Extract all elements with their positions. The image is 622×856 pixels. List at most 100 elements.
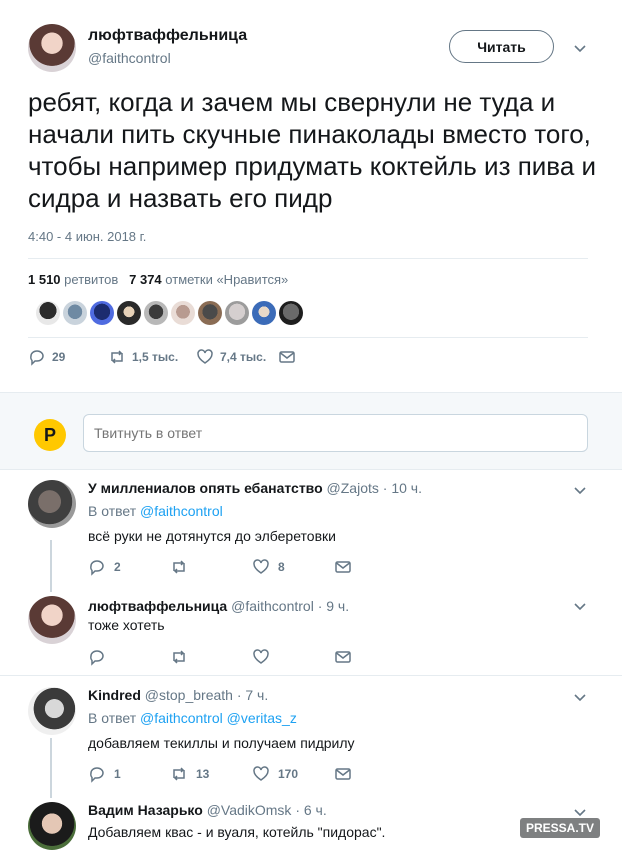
chevron-down-icon[interactable] <box>572 598 588 614</box>
reply-actions <box>88 648 416 666</box>
reply-action[interactable]: 1 <box>88 765 170 783</box>
reply-action[interactable]: 2 <box>88 558 170 576</box>
reply-author-handle[interactable]: @stop_breath <box>145 687 233 703</box>
retweet-action[interactable] <box>170 558 252 576</box>
tweet-timestamp[interactable]: 4:40 - 4 июн. 2018 г. <box>28 229 146 244</box>
reply-header: Kindred @stop_breath · 7 ч. <box>88 687 268 703</box>
reply-author-handle[interactable]: @faithcontrol <box>231 598 314 614</box>
like-action[interactable]: 7,4 тыс. <box>196 348 278 366</box>
reply-author-handle[interactable]: @Zajots <box>327 480 379 496</box>
liker-avatar[interactable] <box>225 301 249 325</box>
likers-avatars <box>36 301 303 325</box>
reply-tweet[interactable]: люфтваффельница @faithcontrol · 9 ч. тож… <box>0 588 622 676</box>
heart-icon <box>253 766 269 781</box>
reply-count: 2 <box>114 560 121 574</box>
reply-avatar[interactable] <box>28 687 76 735</box>
follow-button[interactable]: Читать <box>449 30 554 63</box>
reply-header: У миллениалов опять ебанатство @Zajots ·… <box>88 480 422 496</box>
replying-to: В ответ @faithcontrol @veritas_z <box>88 710 297 726</box>
reply-action[interactable] <box>88 648 170 666</box>
reply-author-name[interactable]: У миллениалов опять ебанатство <box>88 480 323 496</box>
like-count: 170 <box>278 767 299 781</box>
liker-avatar[interactable] <box>171 301 195 325</box>
liker-avatar[interactable] <box>198 301 222 325</box>
liker-avatar[interactable] <box>117 301 141 325</box>
reply-actions: 1 13 170 <box>88 765 416 783</box>
reply-action[interactable]: 29 <box>28 348 108 366</box>
reply-author-name[interactable]: Kindred <box>88 687 141 703</box>
retweet-icon <box>173 650 185 664</box>
message-action[interactable] <box>334 558 416 576</box>
reply-author-name[interactable]: Вадим Назарько <box>88 802 203 818</box>
reply-icon <box>90 767 104 783</box>
liker-avatar[interactable] <box>90 301 114 325</box>
reply-time[interactable]: · 9 ч. <box>318 598 349 614</box>
retweet-count: 1,5 тыс. <box>132 350 179 364</box>
reply-time[interactable]: · 10 ч. <box>383 480 422 496</box>
replying-to-link[interactable]: @faithcontrol <box>140 503 223 519</box>
chevron-down-icon[interactable] <box>572 689 588 705</box>
message-action[interactable] <box>278 348 296 366</box>
retweet-action[interactable]: 1,5 тыс. <box>108 348 196 366</box>
replying-to: В ответ @faithcontrol <box>88 503 223 519</box>
retweets-label[interactable]: ретвитов <box>64 272 118 287</box>
envelope-icon <box>335 651 351 663</box>
liker-avatar[interactable] <box>279 301 303 325</box>
reply-author-name[interactable]: люфтваффельница <box>88 598 227 614</box>
like-count: 7,4 тыс. <box>220 350 267 364</box>
author-handle[interactable]: @faithcontrol <box>88 50 171 66</box>
like-count: 8 <box>278 560 285 574</box>
reply-icon <box>30 350 44 366</box>
reply-count: 29 <box>52 350 66 364</box>
liker-avatar[interactable] <box>252 301 276 325</box>
replying-to-link[interactable]: @faithcontrol @veritas_z <box>140 710 297 726</box>
reply-tweet[interactable]: Kindred @stop_breath · 7 ч. В ответ @fai… <box>0 677 622 791</box>
reply-header: Вадим Назарько @VadikOmsk · 6 ч. <box>88 802 327 818</box>
reply-header: люфтваффельница @faithcontrol · 9 ч. <box>88 598 349 614</box>
reply-text: всё руки не дотянутся до элберетовки <box>88 528 336 544</box>
envelope-icon <box>335 561 351 573</box>
retweet-count: 13 <box>196 767 210 781</box>
reply-icon <box>90 650 104 666</box>
tweet-stats: 1 510 ретвитов 7 374 отметки «Нравится» <box>28 272 288 287</box>
like-action[interactable]: 8 <box>252 558 334 576</box>
chevron-down-icon[interactable] <box>572 482 588 498</box>
message-action[interactable] <box>334 765 416 783</box>
replying-label: В ответ <box>88 710 137 726</box>
watermark-logo: PRESSA.TV <box>520 818 601 838</box>
reply-count: 1 <box>114 767 121 781</box>
user-avatar[interactable]: P <box>34 419 66 451</box>
author-name[interactable]: люфтваффельница <box>88 27 247 45</box>
divider <box>28 258 588 259</box>
liker-avatar[interactable] <box>144 301 168 325</box>
like-action[interactable]: 170 <box>252 765 334 783</box>
message-action[interactable] <box>334 648 416 666</box>
retweet-action[interactable] <box>170 648 252 666</box>
reply-time[interactable]: · 6 ч. <box>295 802 326 818</box>
reply-text: добавляем текиллы и получаем пидрилу <box>88 735 355 751</box>
reply-input[interactable] <box>83 414 588 452</box>
reply-text: тоже хотеть <box>88 617 165 633</box>
retweets-count[interactable]: 1 510 <box>28 272 61 287</box>
likes-count[interactable]: 7 374 <box>129 272 162 287</box>
heart-icon <box>253 559 269 574</box>
reply-tweet[interactable]: У миллениалов опять ебанатство @Zajots ·… <box>0 470 622 588</box>
chevron-down-icon[interactable] <box>572 40 588 56</box>
like-action[interactable] <box>252 648 334 666</box>
reply-author-handle[interactable]: @VadikOmsk <box>207 802 292 818</box>
likes-label[interactable]: отметки «Нравится» <box>165 272 288 287</box>
envelope-icon <box>279 351 295 363</box>
reply-avatar[interactable] <box>28 802 76 850</box>
retweet-icon <box>173 767 185 781</box>
retweet-action[interactable]: 13 <box>170 765 252 783</box>
liker-avatar[interactable] <box>63 301 87 325</box>
reply-time[interactable]: · 7 ч. <box>237 687 268 703</box>
author-avatar[interactable] <box>28 24 76 72</box>
liker-avatar[interactable] <box>36 301 60 325</box>
reply-actions: 2 8 <box>88 558 416 576</box>
reply-icon <box>90 560 104 576</box>
retweet-icon <box>111 350 123 364</box>
reply-avatar[interactable] <box>28 480 76 528</box>
reply-avatar[interactable] <box>28 596 76 644</box>
main-tweet: люфтваффельница @faithcontrol Читать реб… <box>0 0 622 392</box>
